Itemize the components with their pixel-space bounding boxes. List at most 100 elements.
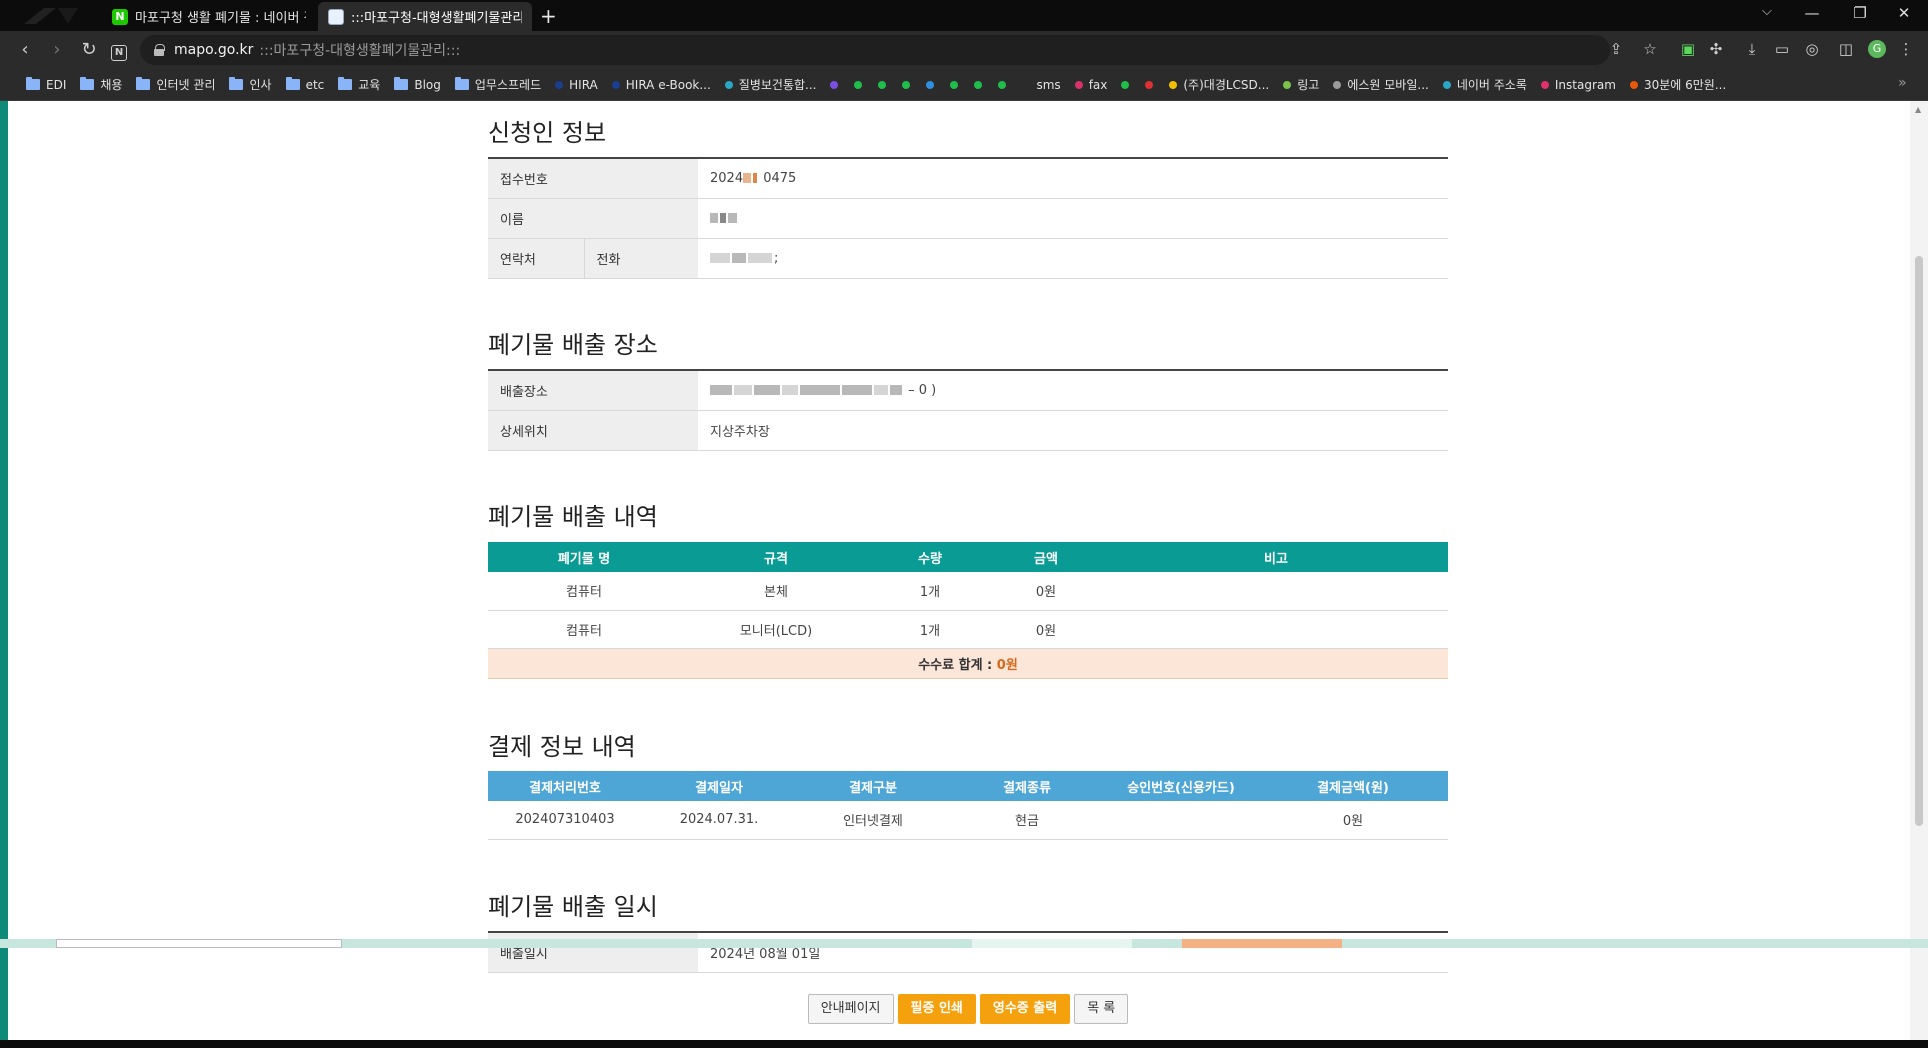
bookmark-item[interactable]: 링고 xyxy=(1283,76,1319,93)
site-favicon-icon xyxy=(1145,80,1154,89)
table-cell: 1개 xyxy=(872,572,988,611)
address-bar[interactable]: mapo.go.kr :::마포구청-대형생활폐기물관리::: xyxy=(140,35,1610,65)
column-header: 폐기물 명 xyxy=(488,542,680,572)
folder-icon xyxy=(454,77,469,90)
share-icon[interactable]: ⇪ xyxy=(1606,39,1626,59)
bookmark-item[interactable] xyxy=(830,80,844,89)
table-cell: 0원 xyxy=(988,572,1104,611)
bookmark-label: Instagram xyxy=(1554,77,1616,92)
sidebar-icon[interactable]: ◫ xyxy=(1836,39,1856,59)
guide-page-button[interactable]: 안내페이지 xyxy=(807,994,894,1024)
bookmark-item[interactable] xyxy=(1145,80,1159,89)
detail-value: 지상주차장 xyxy=(698,410,1448,451)
footer-banner xyxy=(1182,939,1342,948)
tab-search-chevron-icon[interactable]: ⌵ xyxy=(1762,4,1772,19)
restore-icon[interactable]: ❐ xyxy=(1840,4,1880,22)
applicant-table: 접수번호 2024 0475 이름 연락처 전화 ; xyxy=(488,157,1448,279)
receipt-label: 접수번호 xyxy=(488,158,698,199)
bookmark-label: (주)대경LCSD... xyxy=(1183,78,1270,92)
bookmark-item[interactable] xyxy=(854,80,868,89)
minimize-icon[interactable]: — xyxy=(1792,4,1832,22)
bookmark-item[interactable]: EDI xyxy=(26,77,66,92)
bookmark-item[interactable]: 인사 xyxy=(229,76,272,93)
site-favicon-icon xyxy=(974,80,983,89)
page-scrollbar[interactable]: ▲ xyxy=(1910,101,1928,1040)
naver-whale-icon[interactable]: N xyxy=(106,37,132,63)
column-header: 수량 xyxy=(872,542,988,572)
column-header: 비고 xyxy=(1104,542,1448,572)
puzzle-icon[interactable]: ✣ xyxy=(1706,39,1726,59)
bookmark-item[interactable]: 업무스프레드 xyxy=(454,76,542,93)
list-button[interactable]: 목 록 xyxy=(1074,994,1129,1024)
bookmark-item[interactable]: 에스원 모바일... xyxy=(1333,76,1429,93)
bookmark-item[interactable]: Instagram xyxy=(1540,77,1616,92)
table-cell: 2024.07.31. xyxy=(642,801,796,840)
table-header-row: 결제처리번호 결제일자 결제구분 결제종류 승인번호(신용카드) 결제금액(원) xyxy=(488,771,1448,801)
bookmark-item[interactable]: 질병보건통합... xyxy=(724,76,817,93)
bookmark-label: fax xyxy=(1088,77,1108,92)
bookmark-item[interactable]: Blog xyxy=(394,77,441,92)
bookmark-item[interactable] xyxy=(902,80,916,89)
tab-naver-search[interactable]: N 마포구청 생활 폐기물 : 네이버 검색 xyxy=(102,2,316,31)
tab-title: :::마포구청-대형생활폐기물관리::: xyxy=(351,11,522,26)
bookmark-label: 30분에 6만원... xyxy=(1643,78,1727,92)
bookmark-item[interactable] xyxy=(1121,80,1135,89)
name-label: 이름 xyxy=(488,198,698,239)
print-certificate-button[interactable]: 필증 인쇄 xyxy=(897,994,976,1024)
cast-icon[interactable]: ▭ xyxy=(1772,39,1792,59)
site-favicon-icon xyxy=(902,80,911,89)
bookmarks-overflow-icon[interactable]: » xyxy=(1898,75,1907,91)
fee-total-value: 0원 xyxy=(996,657,1018,673)
bookmark-label: 에스원 모바일... xyxy=(1347,78,1429,92)
site-favicon-icon xyxy=(1333,80,1342,89)
new-tab-button[interactable]: + xyxy=(540,4,557,28)
download-icon[interactable]: ⤓ xyxy=(1742,39,1762,59)
bookmark-item[interactable]: 채용 xyxy=(80,76,122,93)
screenshot-icon[interactable]: ◎ xyxy=(1802,39,1822,59)
table-cell: 0원 xyxy=(1258,801,1448,840)
bookmark-item[interactable] xyxy=(998,80,1012,89)
forward-icon[interactable]: › xyxy=(44,37,70,63)
bookmark-item[interactable]: 교육 xyxy=(338,76,380,93)
extension-green-icon[interactable]: ▣ xyxy=(1678,39,1698,59)
bookmark-item[interactable]: etc xyxy=(285,77,324,92)
profile-avatar[interactable]: G xyxy=(1868,40,1886,58)
table-cell: 0원 xyxy=(988,610,1104,649)
bookmark-item[interactable]: sms xyxy=(1022,78,1061,92)
bookmark-item[interactable]: 인터넷 관리 xyxy=(136,76,215,93)
site-favicon-icon xyxy=(998,80,1007,89)
reload-icon[interactable]: ↻ xyxy=(76,37,102,63)
folder-icon xyxy=(229,77,244,90)
bookmark-item[interactable]: HIRA e-Book... xyxy=(611,78,711,92)
table-cell: 202407310403 xyxy=(488,801,642,840)
table-row: 이름 xyxy=(488,198,1448,239)
menu-icon[interactable]: ⋮ xyxy=(1896,39,1916,59)
print-receipt-button[interactable]: 영수증 출력 xyxy=(979,994,1071,1024)
fee-total-cell: 수수료 합계 : 0원 xyxy=(488,648,1448,679)
bookmark-item[interactable] xyxy=(878,80,892,89)
scroll-up-icon[interactable]: ▲ xyxy=(1915,105,1921,114)
url-path: :::마포구청-대형생활폐기물관리::: xyxy=(259,43,461,59)
bookmark-item[interactable]: fax xyxy=(1074,77,1108,92)
table-cell: 1개 xyxy=(872,610,988,649)
scroll-thumb[interactable] xyxy=(1915,256,1923,826)
bookmark-item[interactable]: (주)대경LCSD... xyxy=(1169,76,1269,93)
bookmark-item[interactable] xyxy=(926,80,940,89)
bookmark-item[interactable]: 네이버 주소록 xyxy=(1442,76,1527,93)
site-favicon-icon xyxy=(878,80,887,89)
bookmark-label: 질병보건통합... xyxy=(738,78,817,92)
bookmark-label: 업무스프레드 xyxy=(474,78,542,92)
bookmark-item[interactable] xyxy=(950,80,964,89)
table-cell: 현금 xyxy=(950,801,1104,840)
bookmark-label: 링고 xyxy=(1297,78,1320,92)
column-header: 규격 xyxy=(680,542,872,572)
bookmark-star-icon[interactable]: ☆ xyxy=(1640,39,1660,59)
column-header: 결제종류 xyxy=(950,771,1104,801)
payment-table: 결제처리번호 결제일자 결제구분 결제종류 승인번호(신용카드) 결제금액(원) 2024… xyxy=(488,771,1448,840)
bookmark-item[interactable]: HIRA xyxy=(555,78,598,92)
bookmark-item[interactable]: 30분에 6만원... xyxy=(1629,76,1727,93)
tab-mapo-waste[interactable]: :::마포구청-대형생활폐기물관리::: xyxy=(318,2,532,31)
back-icon[interactable]: ‹ xyxy=(12,37,38,63)
close-icon[interactable]: ✕ xyxy=(1884,4,1924,22)
bookmark-item[interactable] xyxy=(974,80,988,89)
